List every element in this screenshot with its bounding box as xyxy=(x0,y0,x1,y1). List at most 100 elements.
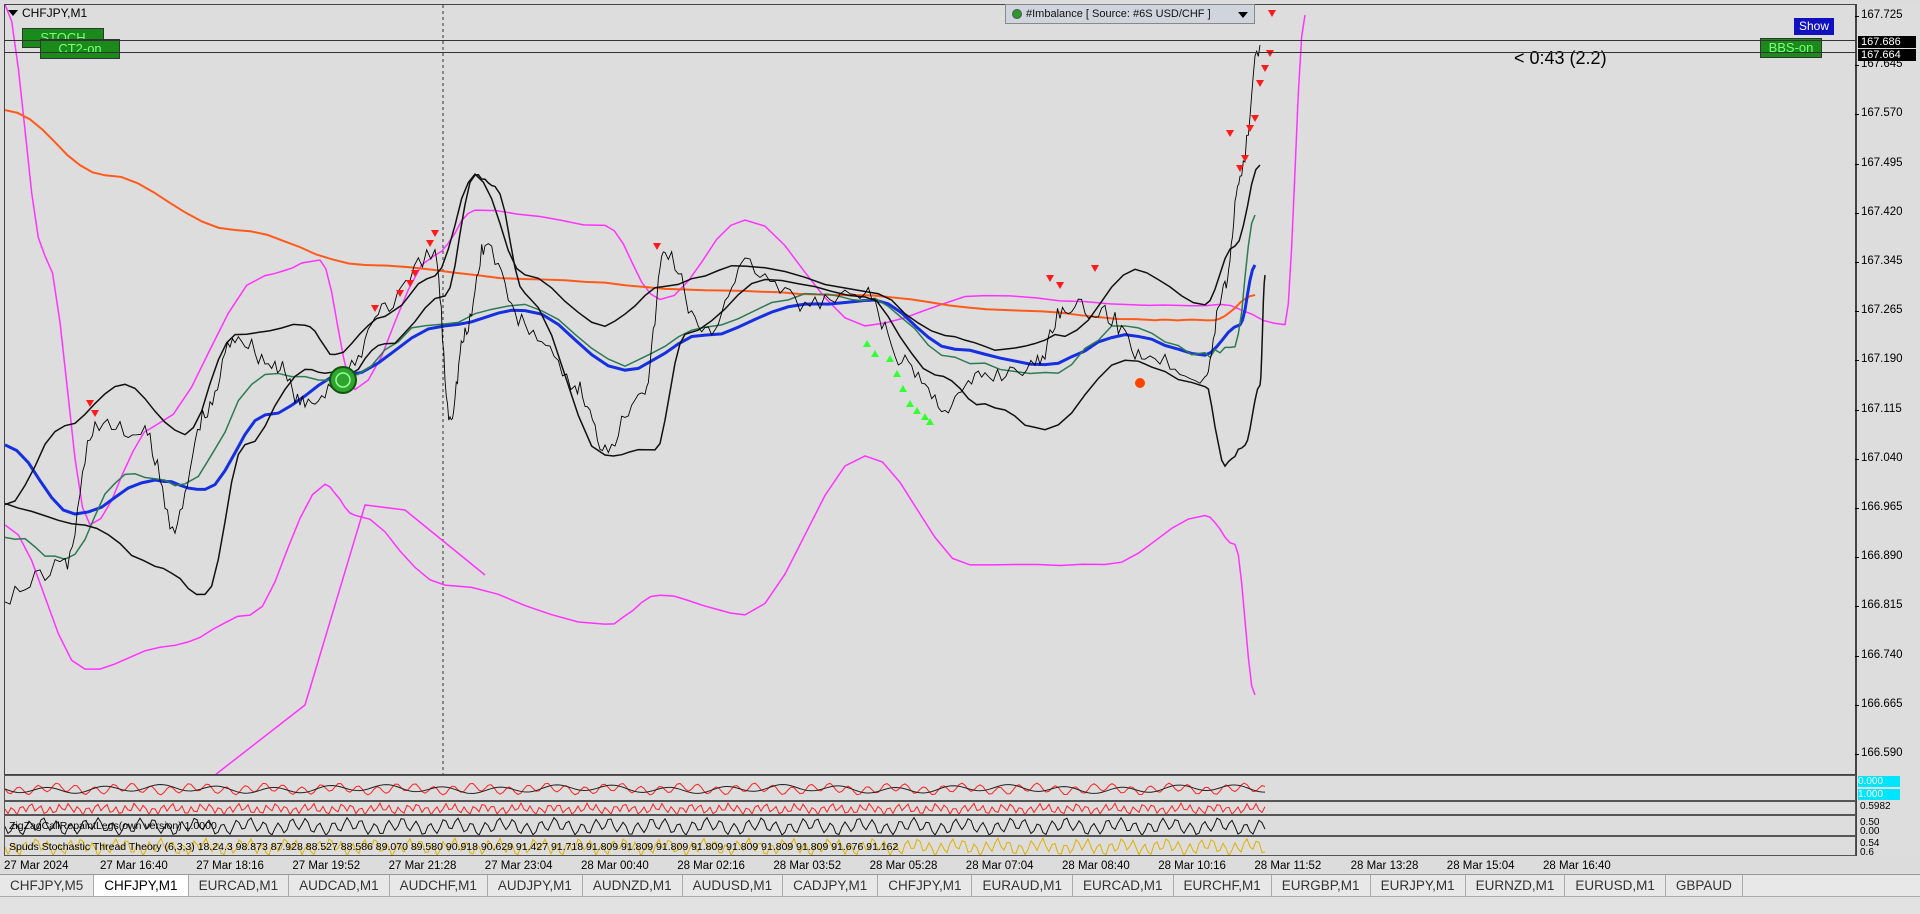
buy-arrow-icon xyxy=(886,355,894,362)
mid-ma-line xyxy=(5,264,1257,516)
price-line-ask xyxy=(4,40,1856,41)
sell-arrow-icon xyxy=(653,243,661,250)
price-tick-label: 167.345 xyxy=(1855,255,1903,267)
chart-tab[interactable]: EURCHF,M1 xyxy=(1174,875,1272,896)
price-tick-label: 167.725 xyxy=(1855,9,1903,21)
exit-dot-icon xyxy=(1135,378,1145,388)
price-line-bid xyxy=(4,52,1856,53)
chart-tab[interactable]: AUDCHF,M1 xyxy=(390,875,488,896)
price-axis[interactable]: 167.725 167.645 167.570 167.495 167.420 167.3… xyxy=(1855,4,1920,856)
lower-band-line xyxy=(5,455,1256,696)
indicator-subwindow-1[interactable] xyxy=(4,775,1856,801)
buy-arrow-icon xyxy=(893,370,901,377)
price-tick-label: 166.590 xyxy=(1855,747,1903,759)
time-tick-label: 28 Mar 00:40 xyxy=(581,860,649,872)
time-tick-label: 28 Mar 07:04 xyxy=(965,860,1034,872)
price-chart[interactable] xyxy=(4,4,1856,775)
time-tick-label: 28 Mar 02:16 xyxy=(677,860,745,872)
chart-tab[interactable]: EURJPY,M1 xyxy=(1371,875,1466,896)
buy-arrow-icon xyxy=(906,400,914,407)
sell-arrow-icon xyxy=(406,280,414,287)
zigzag-subwindow[interactable]: ZigZagCallRepaintLegs(own version) 1.000… xyxy=(4,815,1856,836)
trading-terminal: CHFJPY,M1 STOCH CT2-on BBS-on Show #Imba… xyxy=(0,0,1920,914)
subwindow-2-line xyxy=(5,802,1266,814)
subwindow-2-scale: 0.5982 xyxy=(1860,801,1891,812)
status-dot-icon xyxy=(1012,9,1022,19)
chart-tab[interactable]: CADJPY,M1 xyxy=(783,875,879,896)
chart-tab[interactable]: EURGBP,M1 xyxy=(1272,875,1371,896)
time-tick-label: 27 Mar 21:28 xyxy=(388,860,457,872)
chart-tab[interactable]: EURCAD,M1 xyxy=(189,875,290,896)
ct2-button[interactable]: CT2-on xyxy=(40,39,120,59)
bbs-button[interactable]: BBS-on xyxy=(1760,38,1822,58)
sell-arrow-icon xyxy=(1046,275,1054,282)
chart-tab[interactable]: EURAUD,M1 xyxy=(972,875,1073,896)
time-axis: 27 Mar 2024 27 Mar 16:40 27 Mar 18:16 27 Ma… xyxy=(4,856,1856,874)
zigzag-label: ZigZagCallRepaintLegs(own version) 1.000… xyxy=(9,820,217,832)
chart-tab[interactable]: AUDUSD,M1 xyxy=(683,875,784,896)
chart-tab[interactable]: EURUSD,M1 xyxy=(1565,875,1666,896)
chart-tab[interactable]: CHFJPY,M1 xyxy=(878,875,973,896)
imbalance-label: #Imbalance [ Source: #6S USD/CHF ] xyxy=(1026,8,1211,20)
stochastic-subwindow[interactable]: Spuds Stochastic Thread Theory (6,3,3) 1… xyxy=(4,836,1856,856)
time-tick-label: 27 Mar 19:52 xyxy=(292,860,361,872)
imbalance-dropdown[interactable]: #Imbalance [ Source: #6S USD/CHF ] xyxy=(1005,4,1255,24)
long-ma-line xyxy=(5,109,1256,322)
price-tick-label: 167.570 xyxy=(1855,107,1903,120)
price-tick-label: 167.115 xyxy=(1855,402,1902,415)
buy-arrow-icon xyxy=(899,385,907,392)
chart-canvas xyxy=(5,5,1306,774)
price-tick-label: 166.815 xyxy=(1855,599,1903,612)
time-tick-label: 28 Mar 11:52 xyxy=(1254,860,1322,872)
short-ma-line xyxy=(5,214,1256,561)
price-tick-label: 167.040 xyxy=(1855,451,1903,464)
buy-arrow-icon xyxy=(913,407,921,414)
time-tick-label: 27 Mar 16:40 xyxy=(100,860,168,872)
signal-circle-icon xyxy=(329,366,357,394)
sell-arrow-icon xyxy=(1251,115,1259,122)
sell-arrow-icon xyxy=(426,240,434,247)
time-tick-label: 27 Mar 2024 xyxy=(4,860,69,872)
time-tick-label: 28 Mar 08:40 xyxy=(1062,860,1130,872)
price-flag-ask: 167.686 xyxy=(1858,36,1916,48)
price-tick-label: 166.740 xyxy=(1855,648,1903,661)
sell-arrow-icon xyxy=(1256,80,1264,87)
chart-tab[interactable]: CHFJPY,M5 xyxy=(0,875,95,896)
chart-menu-icon[interactable] xyxy=(8,10,18,16)
indicator-subwindow-2[interactable] xyxy=(4,801,1856,815)
chart-tab[interactable]: EURCAD,M1 xyxy=(1073,875,1174,896)
value-flag-1: 0.000 xyxy=(1858,776,1900,787)
buy-arrow-icon xyxy=(863,340,871,347)
sell-arrow-icon xyxy=(1056,282,1064,289)
time-tick-label: 27 Mar 23:04 xyxy=(484,860,553,872)
time-tick-label: 28 Mar 16:40 xyxy=(1543,860,1611,872)
price-tick-label: 166.890 xyxy=(1855,550,1903,563)
outer-band-line xyxy=(215,504,486,774)
show-button[interactable]: Show xyxy=(1794,18,1834,35)
price-tick-label: 167.420 xyxy=(1855,205,1903,218)
buy-arrow-icon xyxy=(871,350,879,357)
chart-tab[interactable]: CHFJPY,M1 xyxy=(94,875,189,897)
chart-tab[interactable]: AUDCAD,M1 xyxy=(289,875,390,896)
chart-tab[interactable]: AUDNZD,M1 xyxy=(583,875,683,896)
chart-title: CHFJPY,M1 xyxy=(8,6,87,20)
time-tick-label: 27 Mar 18:16 xyxy=(196,860,264,872)
value-flag-2: 1.000 xyxy=(1858,789,1900,800)
sell-arrow-icon xyxy=(431,230,439,237)
price-line xyxy=(5,44,1261,605)
chart-tab[interactable]: AUDJPY,M1 xyxy=(488,875,583,896)
stochastic-label: Spuds Stochastic Thread Theory (6,3,3) 1… xyxy=(9,841,899,853)
chevron-down-icon[interactable] xyxy=(1238,12,1248,18)
sell-arrow-icon xyxy=(1246,125,1254,132)
sell-arrow-icon xyxy=(371,305,379,312)
price-tick-label: 166.965 xyxy=(1855,501,1903,513)
chart-tab[interactable]: GBPAUD xyxy=(1666,875,1743,896)
subwindow-1-canvas xyxy=(5,782,1266,796)
price-tick-label: 167.495 xyxy=(1855,156,1903,169)
sell-arrow-icon xyxy=(1261,65,1269,72)
subwindow-2-canvas xyxy=(5,802,1266,814)
time-tick-label: 28 Mar 10:16 xyxy=(1158,860,1226,872)
sell-arrow-icon xyxy=(1091,265,1099,272)
chart-tab[interactable]: EURNZD,M1 xyxy=(1466,875,1566,896)
sell-arrow-icon xyxy=(1226,130,1234,137)
